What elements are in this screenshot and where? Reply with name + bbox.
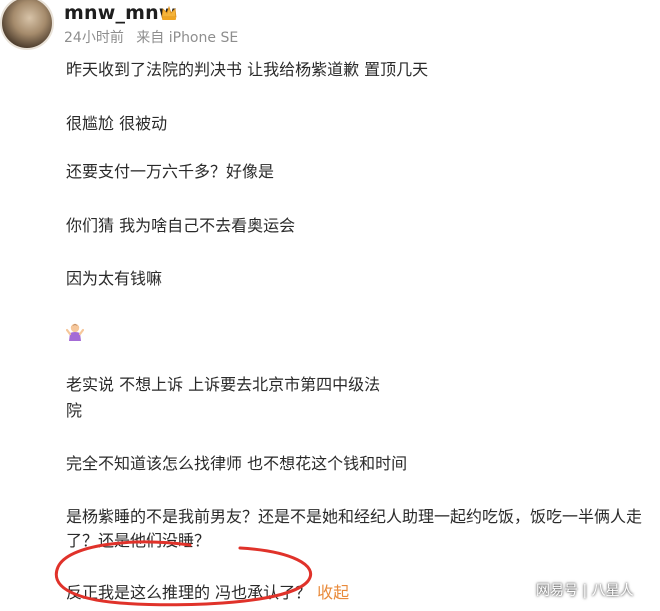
post-text-line: 还要支付一万六千多？好像是 — [66, 162, 275, 181]
crown-icon — [161, 5, 177, 20]
post-time: 24小时前 — [64, 30, 124, 46]
post-text-line: 很尴尬 很被动 — [66, 114, 168, 133]
shrugging-person-emoji-icon — [66, 323, 84, 341]
post-meta: 24小时前 来自 iPhone SE — [64, 27, 246, 47]
post-text-line: 完全不知道该怎么找律师 也不想花这个钱和时间 — [66, 454, 408, 473]
post-text-line: 你们猜 我为啥自己不去看奥运会 — [66, 216, 296, 235]
watermark: 网易号 | 八星人 — [536, 583, 634, 599]
post-text-line: 是杨紫睡的不是我前男友？还是不是她和经纪人助理一起约吃饭，饭吃一半俩人走 — [66, 507, 643, 526]
red-annotation-circle — [54, 540, 313, 607]
post-text-line: 昨天收到了法院的判决书 让我给杨紫道歉 置顶几天 — [66, 60, 429, 79]
avatar[interactable] — [0, 0, 54, 50]
post-source: 来自 iPhone SE — [136, 30, 239, 46]
post-text-line: 因为太有钱嘛 — [66, 269, 163, 288]
post-text-line: 老实说 不想上诉 上诉要去北京市第四中级法 — [66, 375, 381, 394]
post-text-line: 院 — [66, 401, 83, 420]
post-header: mnw_mnw 24小时前 来自 iPhone SE — [0, 0, 660, 52]
